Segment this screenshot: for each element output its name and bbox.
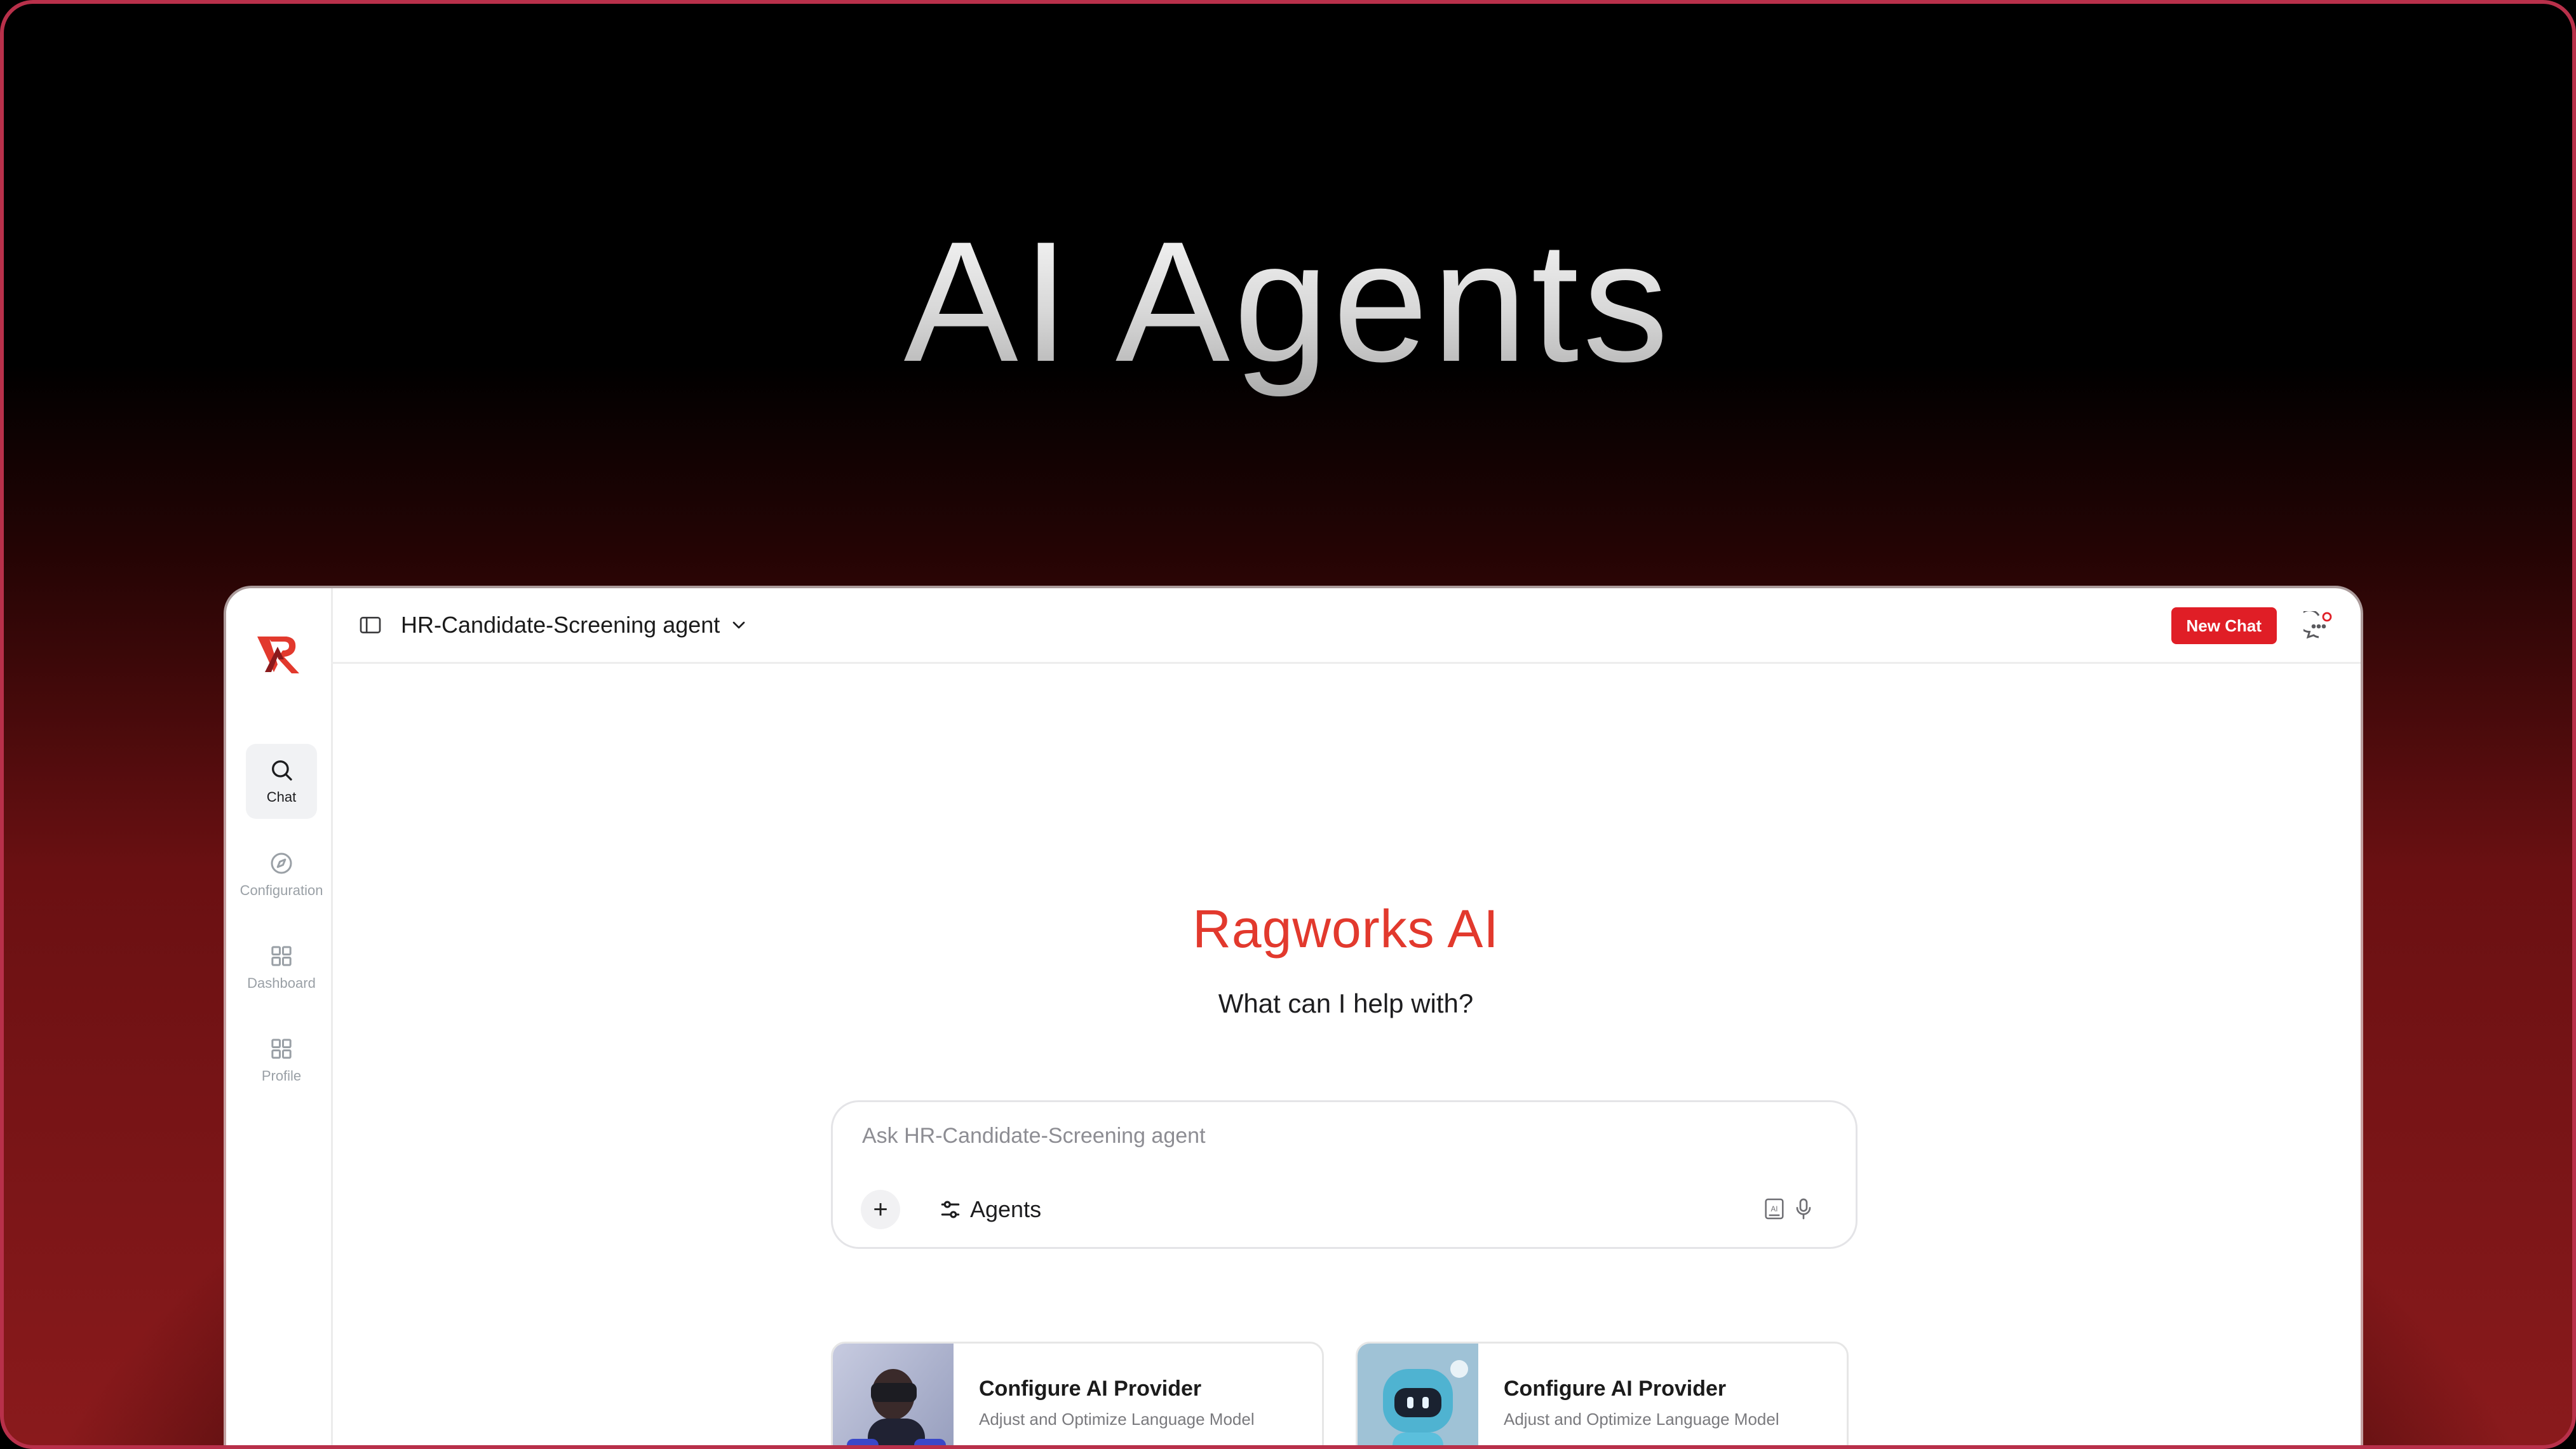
sliders-icon xyxy=(941,1201,960,1218)
agent-selector-label[interactable]: HR-Candidate-Screening agent xyxy=(401,612,720,638)
chat-input[interactable] xyxy=(861,1116,1753,1156)
grid-icon xyxy=(271,946,292,966)
chevron-down-icon[interactable] xyxy=(729,615,749,635)
card-title: Configure AI Provider xyxy=(979,1377,1202,1401)
sidebar-item-profile[interactable]: Profile xyxy=(246,1023,317,1098)
config-card[interactable]: Configure AI Provider Adjust and Optimiz… xyxy=(1356,1342,1849,1445)
svg-text:AI: AI xyxy=(1770,1205,1777,1213)
card-title: Configure AI Provider xyxy=(1504,1377,1727,1401)
sidebar-toggle-icon[interactable] xyxy=(358,612,383,638)
top-bar: HR-Candidate-Screening agent New Chat xyxy=(331,588,2361,664)
vr-person-image xyxy=(833,1344,954,1445)
config-card[interactable]: Configure AI Provider Adjust and Optimiz… xyxy=(831,1342,1324,1445)
card-description: Adjust and Optimize Language Model xyxy=(1504,1410,1779,1429)
sidebar-item-configuration[interactable]: Configuration xyxy=(240,837,323,912)
search-icon xyxy=(272,760,292,781)
sidebar-item-chat[interactable]: Chat xyxy=(246,744,317,819)
agents-button-label: Agents xyxy=(970,1196,1042,1222)
sidebar-item-dashboard[interactable]: Dashboard xyxy=(246,930,317,1005)
app-window: Chat Configuration Dashboard Profile HR-… xyxy=(226,588,2361,1445)
sidebar-item-label: Chat xyxy=(266,789,297,805)
grid-icon xyxy=(271,1039,292,1059)
agents-button[interactable]: Agents xyxy=(938,1190,1041,1229)
sidebar-item-label: Dashboard xyxy=(247,975,316,991)
chat-input-box: + Agents AI xyxy=(831,1100,1858,1249)
sidebar-item-label: Profile xyxy=(261,1068,302,1084)
sidebar: Chat Configuration Dashboard Profile xyxy=(226,588,333,1445)
brand-title: Ragworks AI xyxy=(1192,899,1499,959)
microphone-icon[interactable] xyxy=(1791,1196,1816,1222)
background-frame: AI Agents Chat Configuration Dashboard P… xyxy=(0,0,2576,1449)
ai-book-icon[interactable]: AI xyxy=(1762,1196,1787,1222)
ragworks-logo[interactable] xyxy=(255,631,303,677)
chat-notification-icon[interactable] xyxy=(2303,611,2334,642)
sidebar-item-label: Configuration xyxy=(239,882,323,898)
add-attachment-button[interactable]: + xyxy=(861,1190,900,1229)
compass-icon xyxy=(271,853,292,874)
card-description: Adjust and Optimize Language Model xyxy=(979,1410,1255,1429)
page-subtitle: What can I help with? xyxy=(1218,988,1474,1018)
robot-image xyxy=(1358,1344,1478,1445)
hero-title: AI Agents xyxy=(4,194,2572,410)
new-chat-button[interactable]: New Chat xyxy=(2171,607,2277,644)
